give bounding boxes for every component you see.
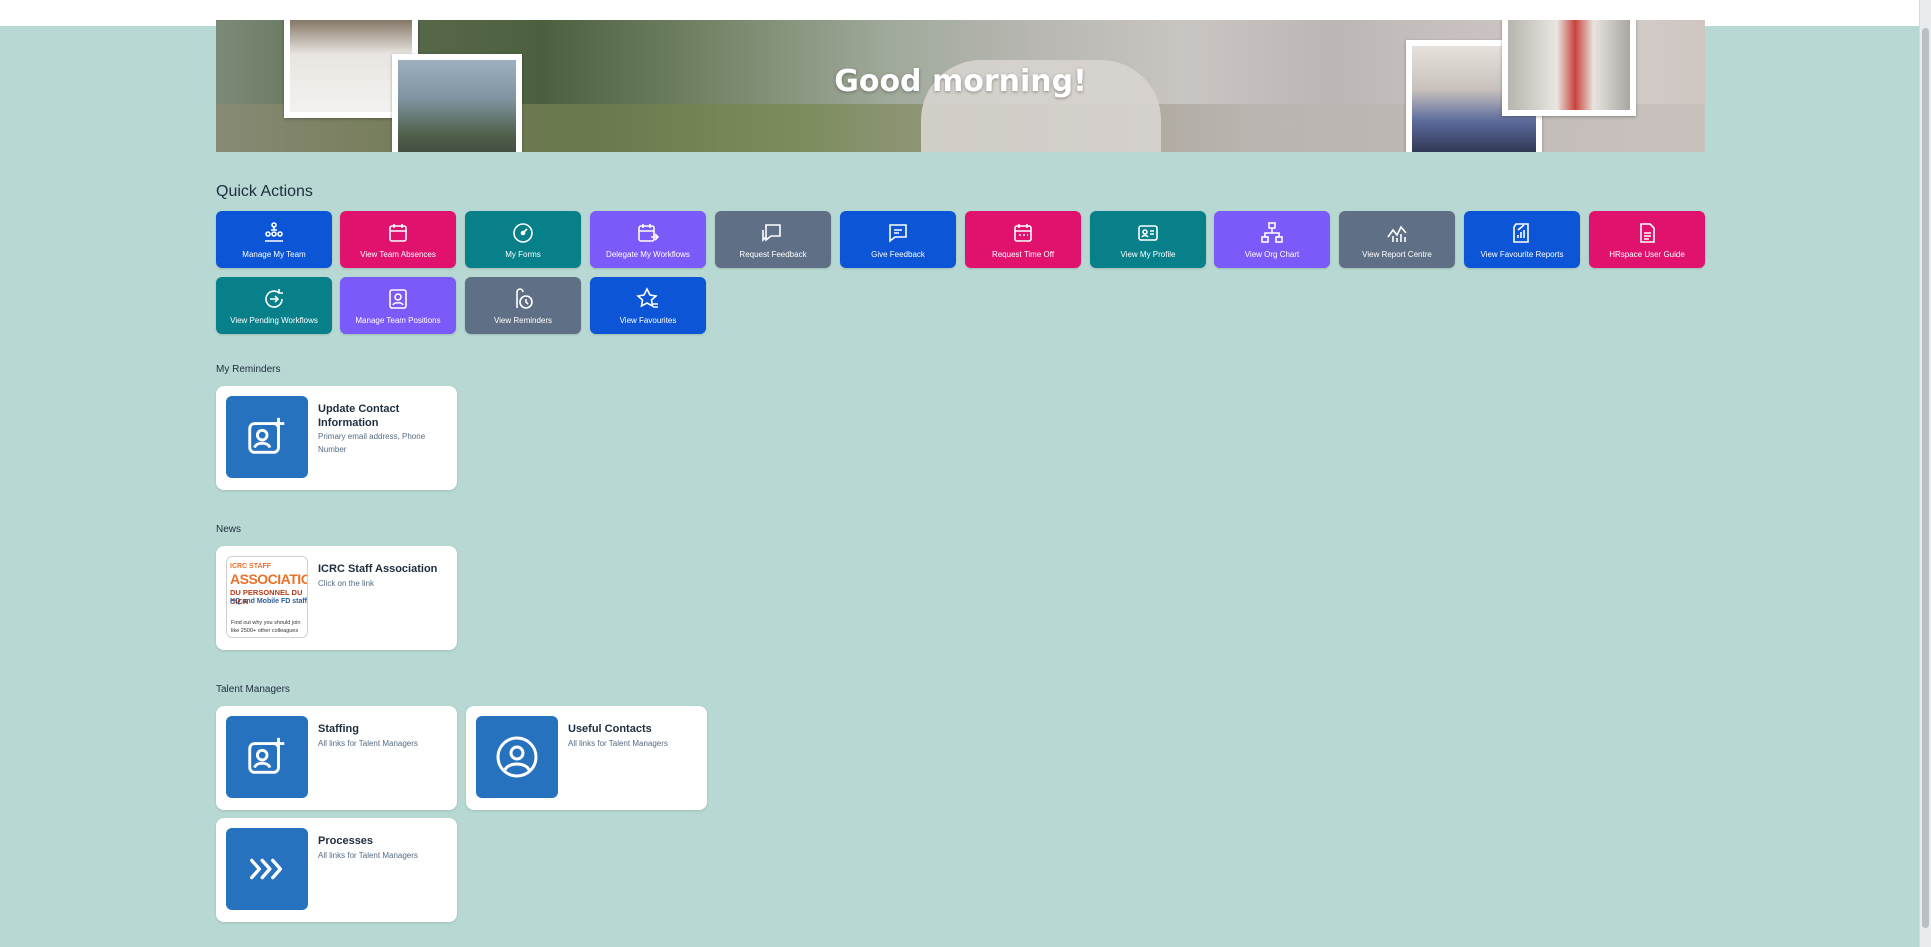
hrspace-user-guide-button[interactable]: HRspace User Guide (1589, 211, 1705, 268)
talent-tile-useful-contacts[interactable]: Useful Contacts All links for Talent Man… (466, 706, 707, 810)
gauge-icon (513, 223, 533, 243)
tile-subtitle: All links for Talent Managers (318, 739, 418, 748)
my-forms-button[interactable]: My Forms (465, 211, 581, 268)
quick-action-label: View Report Centre (1362, 250, 1432, 259)
welcome-banner: Good morning! (216, 20, 1705, 152)
request-feedback-button[interactable]: Request Feedback (715, 211, 831, 268)
reminder-tile-update-contact[interactable]: Update Contact Information Primary email… (216, 386, 457, 490)
manage-team-positions-button[interactable]: Manage Team Positions (340, 277, 456, 334)
give-feedback-button[interactable]: Give Feedback (840, 211, 956, 268)
tile-subtitle: Click on the link (318, 579, 375, 588)
greeting-text: Good morning! (834, 64, 1087, 99)
tile-title: Staffing (318, 723, 359, 735)
chat-icon (889, 224, 907, 243)
poster-line-5: Find out why you should join like 2500+ … (231, 620, 301, 634)
tile-subtitle: Primary email address, Phone Number (318, 432, 426, 454)
tile-title: ICRC Staff Association (318, 563, 438, 575)
quick-action-label: Manage Team Positions (355, 316, 441, 325)
poster-line-2: ASSOCIATION (230, 571, 307, 587)
line-chart-icon (1387, 225, 1407, 242)
contact-add-icon (226, 396, 308, 478)
quick-action-label: Request Time Off (991, 250, 1055, 259)
talent-tile-staffing[interactable]: Staffing All links for Talent Managers (216, 706, 457, 810)
view-favourite-reports-button[interactable]: View Favourite Reports (1464, 211, 1580, 268)
star-list-icon (636, 287, 658, 308)
quick-action-label: View Favourite Reports (1480, 250, 1564, 259)
reminder-clock-icon (516, 288, 533, 309)
request-time-off-button[interactable]: Request Time Off (965, 211, 1081, 268)
poster-line-4: HQ and Mobile FD staff (230, 598, 307, 605)
delegate-my-workflows-button[interactable]: Delegate My Workflows (590, 211, 706, 268)
refresh-pending-icon (265, 289, 283, 308)
document-icon (1640, 223, 1655, 243)
tile-title: Processes (318, 835, 374, 847)
quick-action-label: My Forms (505, 250, 541, 259)
quick-action-label: View Favourites (619, 316, 677, 325)
tile-subtitle: All links for Talent Managers (318, 851, 418, 860)
quick-action-label: View Reminders (493, 316, 553, 325)
view-favourites-button[interactable]: View Favourites (590, 277, 706, 334)
tile-subtitle: All links for Talent Managers (568, 739, 668, 748)
quick-action-label: View My Profile (1120, 250, 1176, 259)
person-card-icon (389, 289, 407, 309)
quick-action-label: View Team Absences (360, 250, 436, 259)
quick-action-label: Delegate My Workflows (606, 250, 690, 259)
news-title: News (216, 524, 242, 535)
calendar-icon (1014, 224, 1032, 242)
view-report-centre-button[interactable]: View Report Centre (1339, 211, 1455, 268)
view-reminders-button[interactable]: View Reminders (465, 277, 581, 334)
quick-action-label: Request Feedback (739, 250, 807, 259)
tile-title: Update Contact Information (318, 403, 400, 429)
manage-my-team-button[interactable]: Manage My Team (216, 211, 332, 268)
scrollbar-thumb[interactable] (1922, 28, 1929, 928)
view-org-chart-button[interactable]: View Org Chart (1214, 211, 1330, 268)
view-my-profile-button[interactable]: View My Profile (1090, 211, 1206, 268)
talent-managers-title: Talent Managers (216, 684, 290, 695)
chevrons-right-icon (226, 828, 308, 910)
calendar-icon (389, 224, 407, 242)
quick-action-label: View Pending Workflows (230, 316, 318, 325)
poster-line-1: ICRC STAFF (230, 563, 272, 570)
tile-title: Useful Contacts (568, 723, 652, 735)
quick-actions-title: Quick Actions (216, 183, 313, 200)
talent-tile-processes[interactable]: Processes All links for Talent Managers (216, 818, 457, 922)
org-chart-icon (1261, 222, 1283, 243)
report-icon (1513, 223, 1529, 243)
vertical-scrollbar[interactable] (1919, 0, 1931, 947)
view-pending-workflows-button[interactable]: View Pending Workflows (216, 277, 332, 334)
user-circle-icon (476, 716, 558, 798)
quick-action-label: HRspace User Guide (1609, 250, 1685, 259)
contact-add-icon (226, 716, 308, 798)
id-card-icon (1138, 225, 1158, 241)
my-reminders-title: My Reminders (216, 364, 281, 375)
quick-action-label: View Org Chart (1244, 250, 1300, 259)
quick-action-label: Give Feedback (871, 250, 925, 259)
view-team-absences-button[interactable]: View Team Absences (340, 211, 456, 268)
chat-request-icon (762, 224, 781, 242)
staff-association-poster: ICRC STAFF ASSOCIATION DU PERSONNEL DU C… (226, 556, 308, 638)
news-tile-staff-association[interactable]: ICRC STAFF ASSOCIATION DU PERSONNEL DU C… (216, 546, 457, 650)
quick-action-label: Manage My Team (242, 250, 306, 259)
calendar-forward-icon (638, 224, 660, 242)
team-hierarchy-icon (265, 222, 283, 242)
